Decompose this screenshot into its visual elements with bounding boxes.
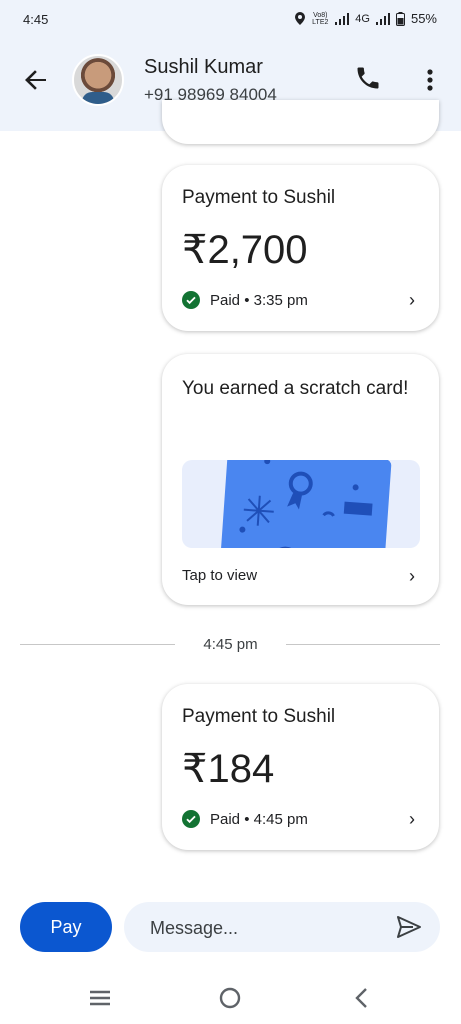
status-bar: 4:45 Vo8) LTE2 4G 55%	[0, 0, 461, 40]
home-icon	[219, 987, 241, 1009]
contact-name[interactable]: Sushil Kumar	[144, 56, 263, 79]
nav-back-button[interactable]	[348, 984, 376, 1012]
payment-status-text: Paid • 3:35 pm	[210, 291, 308, 309]
battery-icon	[395, 11, 405, 26]
nav-back-icon	[355, 988, 367, 1008]
message-input[interactable]	[148, 902, 372, 954]
payment-status: Paid • 3:35 pm	[182, 291, 308, 309]
volte-label: Vo8) LTE2	[312, 11, 329, 26]
check-icon	[182, 810, 200, 828]
battery-percent: 55%	[410, 11, 437, 26]
more-vert-icon	[427, 69, 433, 91]
back-arrow-icon	[25, 70, 46, 90]
payment-card[interactable]: Payment to Sushil ₹2,700 Paid • 3:35 pm …	[162, 165, 439, 331]
payment-status: Paid • 4:45 pm	[182, 810, 308, 828]
previous-message-card[interactable]	[162, 100, 439, 144]
network-type: 4G	[355, 12, 370, 25]
payment-status-text: Paid • 4:45 pm	[210, 810, 308, 828]
recents-icon	[90, 990, 110, 1006]
phone-icon	[357, 67, 379, 89]
pay-button[interactable]: Pay	[20, 902, 112, 952]
payment-amount: ₹184	[182, 747, 275, 791]
chevron-right-icon: ›	[409, 290, 415, 310]
chevron-right-icon: ›	[409, 809, 415, 829]
chevron-right-icon: ›	[409, 566, 415, 586]
time-divider: 4:45 pm	[0, 630, 461, 660]
tap-to-view-link[interactable]: Tap to view	[182, 567, 257, 584]
location-icon	[295, 12, 306, 25]
recents-button[interactable]	[86, 984, 114, 1012]
check-icon	[182, 291, 200, 309]
call-button[interactable]	[354, 64, 386, 96]
divider-time-label: 4:45 pm	[203, 636, 258, 653]
home-button[interactable]	[216, 984, 244, 1012]
scratch-card-title: You earned a scratch card!	[182, 378, 409, 399]
signal-icon	[335, 12, 350, 25]
back-button[interactable]	[20, 64, 52, 96]
status-time: 4:45	[23, 12, 49, 27]
payment-amount: ₹2,700	[182, 228, 308, 272]
send-icon	[397, 916, 421, 938]
message-composer	[124, 902, 440, 954]
payment-card[interactable]: Payment to Sushil ₹184 Paid • 4:45 pm ›	[162, 684, 439, 850]
avatar[interactable]	[72, 54, 124, 106]
scratch-card-graphic	[220, 460, 392, 548]
send-button[interactable]	[396, 915, 422, 939]
signal-icon-2	[375, 12, 390, 25]
status-icons: Vo8) LTE2 4G 55%	[295, 11, 437, 26]
more-options-button[interactable]	[418, 64, 442, 96]
system-nav-bar	[0, 970, 461, 1024]
scratch-card-image[interactable]	[182, 460, 420, 548]
scratch-card-message[interactable]: You earned a scratch card! Tap to view ›	[162, 354, 439, 605]
payment-title: Payment to Sushil	[182, 706, 336, 727]
payment-title: Payment to Sushil	[182, 187, 336, 208]
